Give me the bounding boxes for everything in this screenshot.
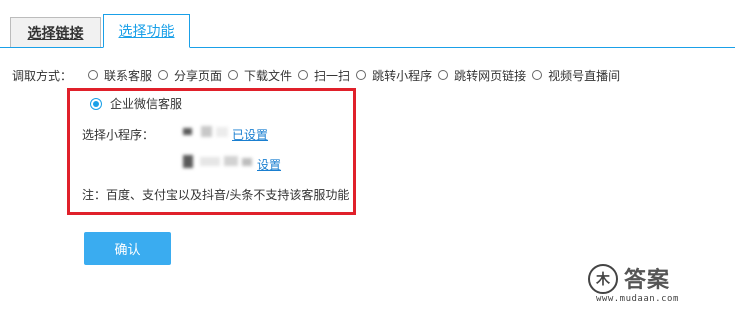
link-setup[interactable]: 设置 — [257, 156, 281, 173]
blurred-name — [200, 157, 220, 166]
radio-icon[interactable] — [532, 70, 543, 80]
radio-icon[interactable] — [228, 70, 239, 80]
blurred-avatar — [183, 155, 193, 168]
option-label: 企业微信客服 — [110, 97, 183, 111]
watermark-title: 答案 — [624, 267, 671, 292]
option-label: 下载文件 — [244, 68, 293, 83]
radio-checked-icon[interactable] — [90, 97, 102, 110]
blurred-name — [242, 158, 252, 166]
watermark-url: www.mudaan.com — [596, 294, 679, 304]
method-row: 调取方式： 联系客服 分享页面 下载文件 扫一扫 跳转小程序 跳转网页链接 视频… — [12, 66, 626, 84]
option-label: 联系客服 — [104, 68, 153, 83]
watermark: 木 答案 www.mudaan.com — [578, 262, 728, 306]
tab-select-function[interactable]: 选择功能 — [103, 14, 190, 48]
option-label: 视频号直播间 — [548, 68, 621, 83]
option-label: 跳转网页链接 — [454, 68, 527, 83]
option-label: 扫一扫 — [314, 68, 351, 83]
option-label: 分享页面 — [174, 68, 223, 83]
note-text: 注：百度、支付宝以及抖音/头条不支持该客服功能 — [82, 188, 350, 202]
confirm-button[interactable]: 确认 — [84, 232, 171, 265]
radio-icon[interactable] — [356, 70, 367, 80]
option-share-page[interactable]: 分享页面 — [158, 67, 222, 84]
radio-icon[interactable] — [438, 70, 449, 80]
tab-select-link[interactable]: 选择链接 — [10, 17, 101, 47]
link-already-set[interactable]: 已设置 — [232, 126, 268, 143]
watermark-logo-icon: 木 — [588, 264, 618, 294]
option-wecom-service[interactable]: 企业微信客服 — [90, 95, 182, 112]
option-jump-mini-program[interactable]: 跳转小程序 — [356, 67, 432, 84]
option-scan[interactable]: 扫一扫 — [298, 67, 350, 84]
mini-program-label: 选择小程序： — [82, 128, 155, 142]
blurred-name — [201, 126, 212, 137]
blurred-avatar — [183, 128, 192, 135]
radio-icon[interactable] — [298, 70, 309, 80]
option-label: 跳转小程序 — [372, 68, 433, 83]
method-label: 调取方式： — [12, 68, 73, 83]
page: 选择链接 选择功能 调取方式： 联系客服 分享页面 下载文件 扫一扫 跳转小程序… — [0, 0, 735, 314]
radio-icon[interactable] — [88, 70, 98, 80]
option-download-file[interactable]: 下载文件 — [228, 67, 292, 84]
option-contact-service[interactable]: 联系客服 — [88, 67, 152, 84]
option-video-live[interactable]: 视频号直播间 — [532, 67, 620, 84]
tab-bar: 选择链接 选择功能 — [0, 0, 735, 48]
blurred-name — [216, 127, 228, 137]
blurred-name — [224, 156, 238, 166]
radio-icon[interactable] — [158, 70, 169, 80]
option-jump-web-link[interactable]: 跳转网页链接 — [438, 67, 526, 84]
